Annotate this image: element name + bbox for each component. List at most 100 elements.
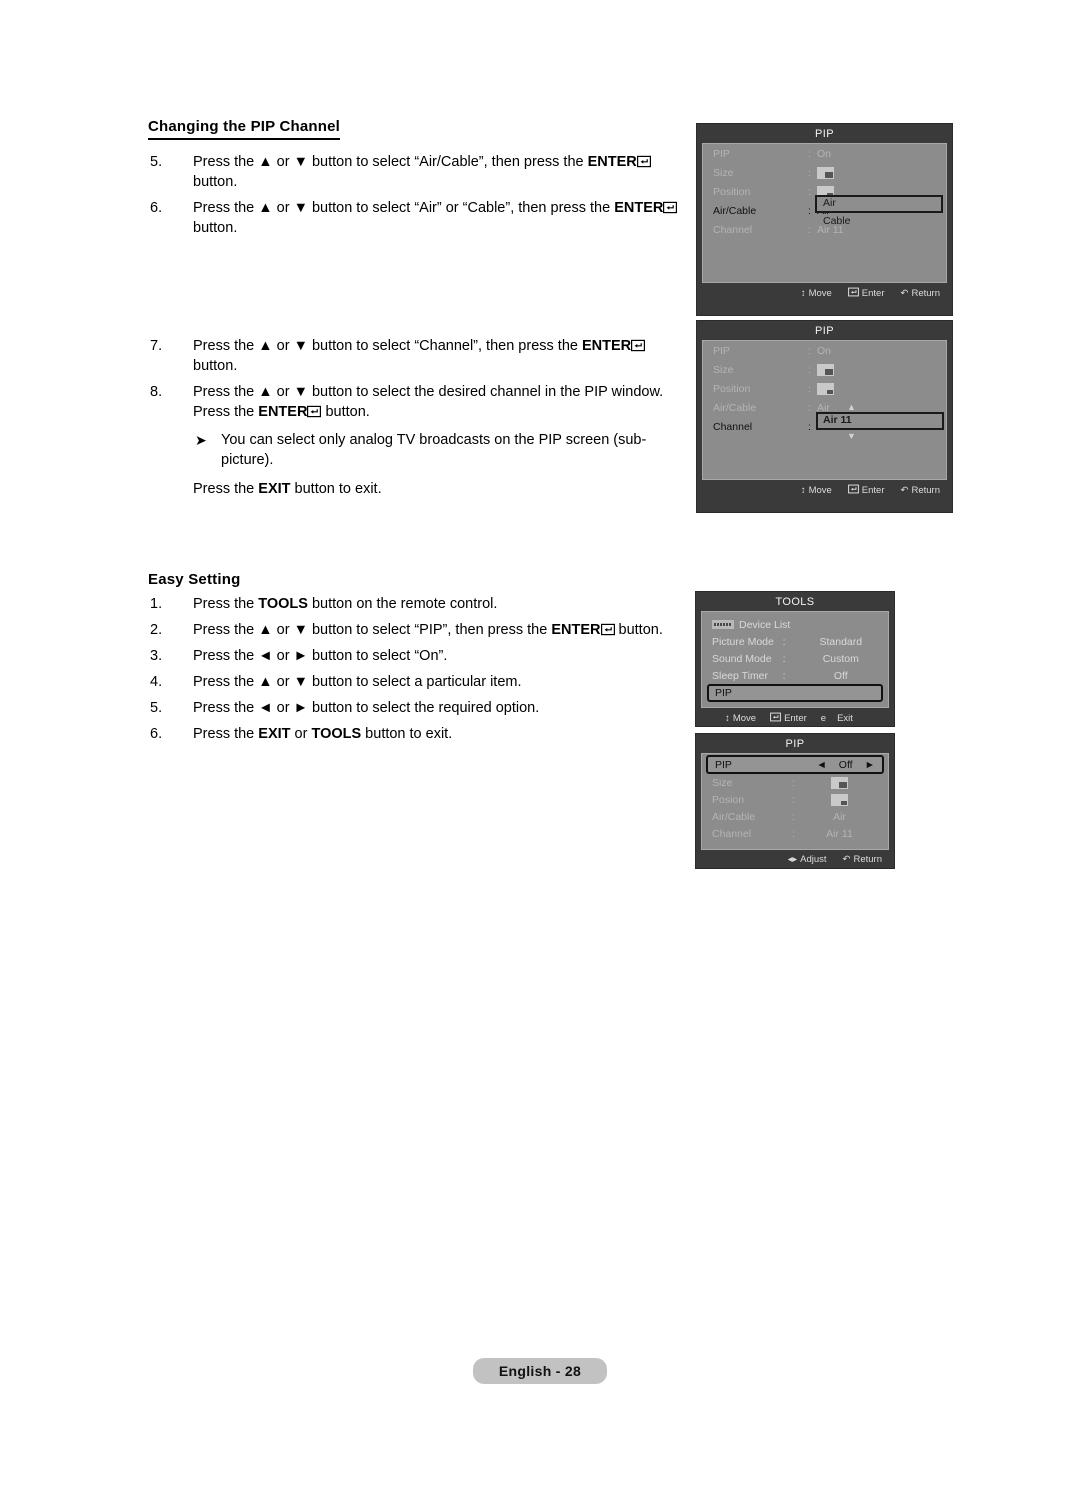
list-item: 8. Press the ▲ or ▼ button to select the … [148, 382, 678, 499]
step-text-tail: button. [614, 622, 663, 638]
menu-row-channel[interactable]: Channel : Air 11 [702, 825, 888, 842]
footer-label: Return [911, 485, 940, 496]
exit-keyword: EXIT [258, 726, 291, 742]
step-text-tail: button to exit. [361, 726, 453, 742]
pip-adjust-controls: ◄ Off ► [816, 759, 875, 771]
step-text: Press the ▲ or ▼ button to select “PIP”,… [193, 622, 552, 638]
row-label: PIP [715, 758, 732, 771]
list-item: 4. Press the ▲ or ▼ button to select a pa… [148, 672, 678, 692]
spinner-up-icon[interactable]: ▲ [847, 403, 856, 412]
footer-enter: Enter [847, 484, 885, 497]
menu-row-size[interactable]: Size : [703, 360, 946, 379]
row-value: Off [838, 758, 853, 771]
row-label: Position [713, 185, 751, 198]
menu-row-pip-selected[interactable]: PIP [707, 684, 883, 702]
step-number: 6. [150, 726, 163, 742]
exit-pre-text: Press the [193, 481, 259, 497]
row-value: On [817, 344, 832, 357]
steps-list-pip-channel: 5. Press the ▲ or ▼ button to select “Air… [148, 152, 678, 238]
step-text: Press the ▲ or ▼ button to select a part… [193, 674, 522, 690]
osd-title: PIP [815, 325, 834, 337]
enter-keyword: ENTER [551, 622, 601, 638]
osd-body: Device List Picture Mode : Standard Soun… [701, 611, 889, 708]
step-number: 5. [150, 154, 163, 170]
dropdown-option-cable[interactable]: Cable [823, 215, 850, 227]
steps-list-pip-channel-cont: 7. Press the ▲ or ▼ button to select “Cha… [148, 336, 678, 499]
row-label: Position [713, 382, 751, 395]
menu-row-sound-mode[interactable]: Sound Mode : Custom [702, 650, 888, 667]
channel-edit-value[interactable]: Air 11 [823, 414, 852, 426]
osd-pip-easy: PIP PIP ◄ Off ► Size : Posion : Air/Cabl… [695, 733, 895, 869]
row-label: PIP [713, 147, 730, 160]
row-label: Picture Mode [712, 635, 774, 648]
footer-label: Return [911, 288, 940, 299]
enter-keyword: ENTER [258, 404, 308, 420]
step-text: Press the [193, 596, 259, 612]
menu-row-pip[interactable]: PIP : On [703, 144, 946, 163]
list-item: 5. Press the ◄ or ► button to select the … [148, 698, 678, 718]
step-text: Press the [193, 726, 259, 742]
osd-pip-channel: PIP PIP : On Size : Position : Air/Cable… [696, 320, 953, 513]
anynet-logo-icon [712, 620, 734, 629]
menu-row-pip-highlight[interactable]: PIP ◄ Off ► [706, 755, 884, 774]
menu-row-size[interactable]: Size : [703, 163, 946, 182]
menu-row-picture-mode[interactable]: Picture Mode : Standard [702, 633, 888, 650]
row-colon: : [808, 363, 811, 376]
list-item: 5. Press the ▲ or ▼ button to select “Air… [148, 152, 678, 192]
menu-row-size[interactable]: Size : [702, 774, 888, 791]
spinner-down-icon[interactable]: ▼ [847, 432, 856, 441]
steps-list-easy-setting: 1. Press the TOOLS button on the remote c… [148, 594, 678, 744]
enter-icon [631, 339, 646, 352]
footer-label: Move [808, 288, 832, 299]
menu-row-position[interactable]: Position : [703, 379, 946, 398]
left-arrow-icon[interactable]: ◄ [816, 759, 826, 771]
row-label: Posion [712, 793, 745, 806]
row-value: Air [833, 810, 846, 823]
row-label: Channel [713, 223, 753, 236]
updown-arrow-icon: ↕ [800, 485, 806, 496]
menu-row-aircable[interactable]: Air/Cable : Air [702, 808, 888, 825]
step-text-tail: button. [193, 174, 238, 190]
footer-exit: e Exit [821, 713, 853, 724]
footer-enter: Enter [847, 287, 885, 300]
row-value: Custom [822, 652, 859, 665]
osd-footer: ↕ Move Enter ↶ Return [697, 480, 952, 501]
step-text-mid: or [290, 726, 312, 742]
enter-keyword: ENTER [581, 338, 632, 354]
step-number: 1. [150, 596, 163, 612]
step-number: 5. [150, 700, 163, 716]
dropdown-option-air[interactable]: Air [823, 197, 836, 209]
row-label: Channel [713, 420, 753, 433]
footer-label: Adjust [800, 854, 827, 865]
menu-row-position[interactable]: Posion : [702, 791, 888, 808]
pip-size-icon [817, 363, 834, 376]
row-label: Channel [712, 827, 752, 840]
footer-label: Enter [861, 288, 885, 299]
row-label: Size [713, 363, 734, 376]
pip-size-icon [817, 166, 834, 179]
osd-footer: ↕ Move Enter ↶ Return [697, 283, 952, 304]
row-colon: : [808, 223, 811, 236]
return-icon: ↶ [842, 854, 851, 865]
row-label: Air/Cable [713, 204, 757, 217]
menu-row-pip[interactable]: PIP : On [703, 341, 946, 360]
enter-icon [770, 712, 781, 725]
e-icon: e [820, 713, 827, 724]
footer-return: ↶ Return [901, 288, 940, 299]
osd-title: PIP [785, 738, 805, 750]
step-text: Press the ◄ or ► button to select “On”. [193, 648, 448, 664]
page-number-badge: English - 28 [472, 1358, 608, 1384]
row-colon: : [782, 669, 786, 682]
step-number: 6. [150, 200, 163, 216]
page-footer: English - 28 [0, 1358, 1080, 1384]
menu-row-device-list[interactable]: Device List [702, 616, 888, 633]
step-text-tail: button. [193, 358, 238, 374]
exit-keyword: EXIT [258, 481, 291, 497]
row-value: Off [833, 669, 848, 682]
osd-tools: TOOLS Device List Picture Mode : Standar… [695, 591, 895, 727]
menu-row-sleep-timer[interactable]: Sleep Timer : Off [702, 667, 888, 684]
right-arrow-icon[interactable]: ► [865, 759, 875, 771]
list-item: 2. Press the ▲ or ▼ button to select “PIP… [148, 620, 678, 640]
list-item: 7. Press the ▲ or ▼ button to select “Cha… [148, 336, 678, 376]
